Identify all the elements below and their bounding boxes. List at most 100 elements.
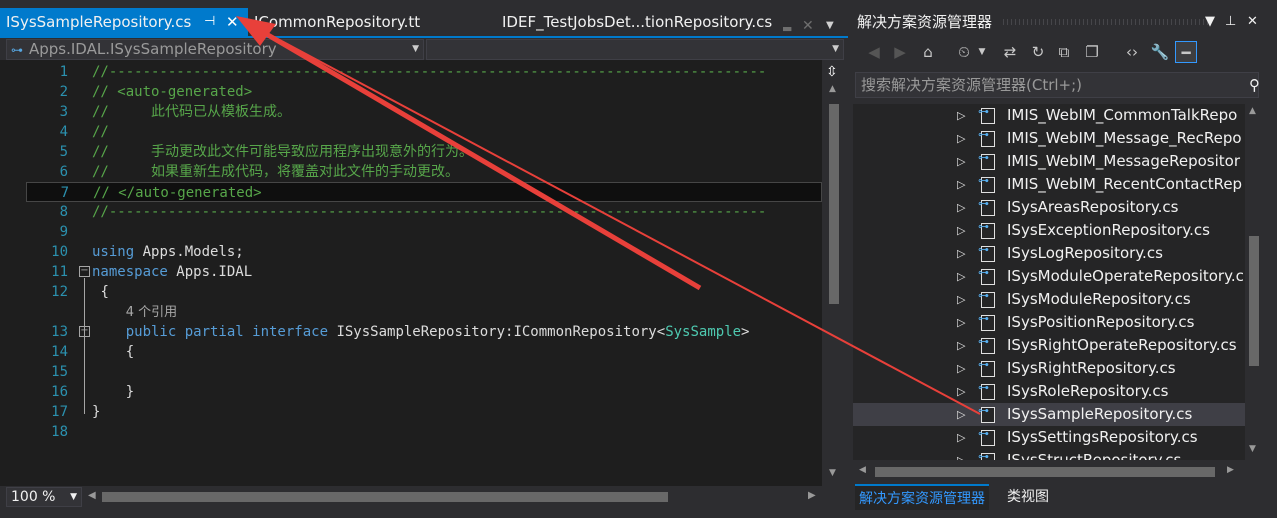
vs-window: ISysSampleRepository.cs ⊣ ✕ ICommonRepos… (0, 0, 1277, 518)
tree-item[interactable]: ▷ ⊶ ISysAreasRepository.cs (853, 196, 1245, 219)
code-area[interactable]: 1 //-------------------------------------… (26, 60, 822, 486)
tree-vertical-scrollbar[interactable]: ▲ ▼ (1245, 104, 1263, 460)
tree-item[interactable]: ▷ ⊶ IMIS_WebIM_RecentContactRep (853, 173, 1245, 196)
close-icon[interactable]: ✕ (1247, 8, 1258, 36)
scroll-left-icon[interactable]: ◀ (88, 490, 96, 501)
search-icon[interactable]: ⚲ (1249, 73, 1260, 97)
expand-arrow-icon[interactable]: ▷ (957, 288, 965, 311)
tree-horizontal-scrollbar[interactable]: ◀ ▶ (853, 462, 1245, 482)
code-line[interactable]: 5 // 手动更改此文件可能导致应用程序出现意外的行为。 (26, 142, 822, 162)
back-icon[interactable]: ◀ (863, 41, 885, 63)
tab-icommonrepository[interactable]: ICommonRepository.tt (252, 8, 452, 36)
preview-selected-items-icon[interactable]: ━ (1175, 41, 1197, 63)
expand-arrow-icon[interactable]: ▷ (957, 426, 965, 449)
tree-item[interactable]: ▷ ⊶ ISysRightRepository.cs (853, 357, 1245, 380)
show-all-files-icon[interactable]: ❐ (1081, 41, 1103, 63)
tree-item[interactable]: ▷ ⊶ ISysRoleRepository.cs (853, 380, 1245, 403)
expand-arrow-icon[interactable]: ▷ (957, 173, 965, 196)
expand-arrow-icon[interactable]: ▷ (957, 127, 965, 150)
forward-icon[interactable]: ▶ (889, 41, 911, 63)
expand-arrow-icon[interactable]: ▷ (957, 219, 965, 242)
code-line[interactable]: 11 namespace Apps.IDAL (26, 262, 822, 282)
tree-item[interactable]: ▷ ⊶ ISysSampleRepository.cs (853, 403, 1245, 426)
tab-class-view[interactable]: 类视图 (1003, 484, 1053, 510)
expand-arrow-icon[interactable]: ▷ (957, 265, 965, 288)
code-line[interactable]: 18 (26, 422, 822, 442)
expand-arrow-icon[interactable]: ▷ (957, 196, 965, 219)
close-icon[interactable]: ✕ (226, 8, 239, 36)
drag-grip[interactable] (1003, 19, 1209, 25)
code-line[interactable]: 12 { (26, 282, 822, 302)
tab-solution-explorer[interactable]: 解决方案资源管理器 (855, 484, 989, 510)
horizontal-scroll-thumb[interactable] (102, 492, 668, 502)
scroll-right-icon[interactable]: ▶ (1227, 465, 1234, 475)
tree-item[interactable]: ▷ ⊶ ISysPositionRepository.cs (853, 311, 1245, 334)
preview-pin-icon[interactable]: ▬ (782, 22, 792, 35)
sync-with-document-icon[interactable]: ⇄ (999, 41, 1021, 63)
expand-arrow-icon[interactable]: ▷ (957, 311, 965, 334)
properties-wrench-icon[interactable]: 🔧 (1149, 41, 1171, 63)
tree-item[interactable]: ▷ ⊶ IMIS_WebIM_Message_RecRepo (853, 127, 1245, 150)
code-line[interactable]: 10 using Apps.Models; (26, 242, 822, 262)
code-line[interactable]: 1 //-------------------------------------… (26, 62, 822, 82)
code-line[interactable]: 13 public partial interface ISysSampleRe… (26, 322, 822, 342)
zoom-dropdown[interactable]: 100 % ▼ (6, 487, 82, 507)
tab-idef-testjobs[interactable]: IDEF_TestJobsDet...tionRepository.cs (500, 8, 800, 36)
code-line[interactable]: 6 // 如果重新生成代码，将覆盖对此文件的手动更改。 (26, 162, 822, 182)
split-handle-icon[interactable]: ⇳ (826, 64, 838, 80)
code-line[interactable]: 14 { (26, 342, 822, 362)
home-icon[interactable]: ⌂ (917, 41, 939, 63)
expand-arrow-icon[interactable]: ▷ (957, 403, 965, 426)
view-code-icon[interactable]: ‹› (1121, 41, 1143, 63)
chevron-down-icon[interactable]: ▼ (971, 41, 993, 63)
window-position-dropdown-icon[interactable]: ▼ (1205, 8, 1215, 36)
solution-explorer-search-input[interactable]: 搜索解决方案资源管理器(Ctrl+;) ⚲ (855, 72, 1260, 98)
tree-item[interactable]: ▷ ⊶ ISysRightOperateRepository.cs (853, 334, 1245, 357)
scroll-up-icon[interactable]: ▲ (829, 84, 836, 94)
collapse-namespace-icon[interactable]: − (79, 266, 90, 277)
type-dropdown[interactable]: ⊶ Apps.IDAL.ISysSampleRepository ▼ (6, 39, 424, 60)
tree-item[interactable]: ▷ ⊶ ISysSettingsRepository.cs (853, 426, 1245, 449)
refresh-icon[interactable]: ↻ (1027, 41, 1049, 63)
tree-item[interactable]: ▷ ⊶ ISysStructRepository.cs (853, 449, 1245, 460)
auto-hide-pin-icon[interactable]: ⊥ (1225, 8, 1236, 36)
expand-arrow-icon[interactable]: ▷ (957, 104, 965, 127)
tree-item[interactable]: ▷ ⊶ ISysLogRepository.cs (853, 242, 1245, 265)
editor-vertical-scrollbar[interactable]: ⇳ ▲ ▼ (822, 60, 848, 486)
tree-item[interactable]: ▷ ⊶ IMIS_WebIM_CommonTalkRepo (853, 104, 1245, 127)
collapse-all-icon[interactable]: ⧉ (1053, 41, 1075, 63)
scroll-down-icon[interactable]: ▼ (829, 468, 836, 478)
code-line[interactable]: 7 // </auto-generated> (26, 182, 822, 202)
code-line[interactable]: 9 (26, 222, 822, 242)
code-line[interactable]: 2 // <auto-generated> (26, 82, 822, 102)
tree-item[interactable]: ▷ ⊶ ISysModuleRepository.cs (853, 288, 1245, 311)
scroll-left-icon[interactable]: ◀ (859, 465, 866, 475)
expand-arrow-icon[interactable]: ▷ (957, 380, 965, 403)
code-line[interactable]: 3 // 此代码已从模板生成。 (26, 102, 822, 122)
expand-arrow-icon[interactable]: ▷ (957, 242, 965, 265)
expand-arrow-icon[interactable]: ▷ (957, 449, 965, 460)
tab-overflow-dropdown-icon[interactable]: ▼ (826, 20, 834, 31)
code-line[interactable]: 8 //-------------------------------------… (26, 202, 822, 222)
scroll-up-icon[interactable]: ▲ (1249, 106, 1256, 116)
code-line[interactable]: 15 (26, 362, 822, 382)
tree-item[interactable]: ▷ ⊶ IMIS_WebIM_MessageRepositor (853, 150, 1245, 173)
member-dropdown[interactable]: ▼ (426, 39, 844, 60)
pin-icon[interactable]: ⊣ (204, 8, 215, 36)
expand-arrow-icon[interactable]: ▷ (957, 357, 965, 380)
scroll-right-icon[interactable]: ▶ (808, 490, 816, 501)
code-line[interactable]: 16 } (26, 382, 822, 402)
scroll-thumb[interactable] (1249, 236, 1259, 366)
code-line[interactable]: 4 个引用 (26, 302, 822, 322)
tree-item[interactable]: ▷ ⊶ ISysModuleOperateRepository.c (853, 265, 1245, 288)
expand-arrow-icon[interactable]: ▷ (957, 150, 965, 173)
scroll-down-icon[interactable]: ▼ (1249, 444, 1256, 454)
expand-arrow-icon[interactable]: ▷ (957, 334, 965, 357)
code-line[interactable]: 4 // (26, 122, 822, 142)
code-line[interactable]: 17} (26, 402, 822, 422)
scroll-thumb[interactable] (875, 467, 1215, 477)
tree-item[interactable]: ▷ ⊶ ISysExceptionRepository.cs (853, 219, 1245, 242)
preview-close-icon[interactable]: ✕ (802, 18, 814, 34)
scroll-thumb[interactable] (829, 104, 839, 304)
tab-isyssamplerepository[interactable]: ISysSampleRepository.cs ⊣ ✕ (0, 8, 248, 36)
